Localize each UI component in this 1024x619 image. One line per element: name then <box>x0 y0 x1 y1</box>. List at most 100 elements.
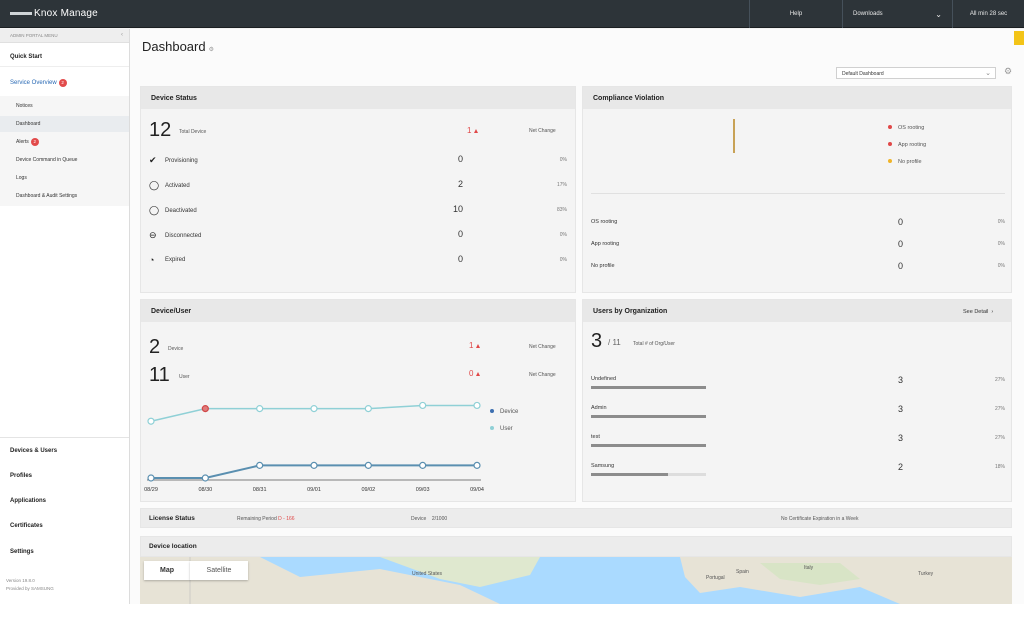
notification-tab[interactable] <box>1014 31 1024 45</box>
compliance-row-label: OS rooting <box>591 219 618 225</box>
data-point-user[interactable] <box>364 405 372 413</box>
sidebar-item-dashboard[interactable]: Dashboard <box>0 116 129 132</box>
device-change-value: 1 <box>467 126 472 135</box>
page-bottom-gap <box>0 604 1024 619</box>
org-row[interactable]: Admin <box>591 405 607 411</box>
users-by-org-card: Users by Organization See Detail › 3 / 11… <box>582 299 1012 502</box>
status-pct: 0% <box>559 257 567 263</box>
data-point-device[interactable] <box>201 474 209 482</box>
sidebar-item-command-queue[interactable]: Device Command in Queue <box>0 153 129 167</box>
data-point-device[interactable] <box>256 461 264 469</box>
org-row[interactable]: Samsung <box>591 463 614 469</box>
sidebar-item-certificates[interactable]: Certificates <box>0 515 129 537</box>
compliance-row-value: 0 <box>897 217 903 227</box>
org-row[interactable]: Undefined <box>591 376 616 382</box>
legend-device-label: Device <box>500 409 519 415</box>
status-value: 0 <box>457 254 463 264</box>
compliance-violation-card: Compliance Violation OS rooting App root… <box>582 86 1012 293</box>
sidebar-item-devices-users[interactable]: Devices & Users <box>0 440 129 462</box>
device-location-title: Device location <box>149 543 197 550</box>
compliance-title: Compliance Violation <box>583 87 1011 109</box>
chevron-down-icon: ⌄ <box>985 70 991 77</box>
app-logo[interactable]: Knox Manage <box>10 8 98 19</box>
sidebar-item-quick-start[interactable]: Quick Start <box>0 47 129 67</box>
org-row-label: Admin <box>591 405 607 411</box>
data-point-user[interactable] <box>419 401 427 410</box>
status-label: Provisioning <box>165 157 198 164</box>
license-device-value: 2/1000 <box>431 516 448 522</box>
org-count: 3 <box>591 330 603 352</box>
org-row-value: 3 <box>897 375 903 385</box>
device-status-row[interactable]: ◯ Activated <box>149 180 190 191</box>
org-row-pct: 27% <box>994 435 1005 441</box>
command-queue-label: Device Command in Queue <box>16 157 78 163</box>
collapse-icon[interactable]: ‹ <box>121 32 123 38</box>
org-progress-fill <box>591 386 706 389</box>
legend-label: App rooting <box>898 142 927 148</box>
gear-icon[interactable]: ⚙ <box>1004 66 1012 77</box>
data-point-device[interactable] <box>310 461 318 469</box>
data-point-user[interactable] <box>310 405 318 413</box>
data-point-user[interactable] <box>473 401 481 410</box>
status-value: 10 <box>452 204 463 214</box>
dashboard-label: Dashboard <box>16 121 41 127</box>
net-change-label: Net Change <box>529 344 556 350</box>
device-status-row[interactable]: ◔ Expired <box>149 255 185 265</box>
org-row[interactable]: test <box>591 434 600 440</box>
org-row-label: Samsung <box>591 463 615 469</box>
service-overview-badge: 2 <box>58 79 67 87</box>
data-point-device[interactable] <box>147 474 155 482</box>
user-legend-dot <box>490 426 494 430</box>
data-point-user[interactable] <box>256 405 264 413</box>
sidebar-item-notices[interactable]: Notices <box>0 99 129 113</box>
satellite-button-label: Satellite <box>206 567 232 574</box>
certificate-note: No Certificate Expiration in a Week <box>781 516 859 522</box>
data-point-device[interactable] <box>473 461 481 469</box>
page-title: Dashboard ⚙ <box>142 39 214 54</box>
help-label: Help <box>789 11 803 17</box>
data-point-user[interactable] <box>147 417 155 425</box>
license-device: Device 2/1000 <box>411 516 447 522</box>
sidebar-item-profiles[interactable]: Profiles <box>0 465 129 487</box>
map-button[interactable]: Map <box>144 561 190 580</box>
data-point-device[interactable] <box>419 461 427 469</box>
user-change-value: 0 <box>469 369 474 378</box>
settings-dot-icon[interactable]: ⚙ <box>209 47 214 53</box>
org-row-label: Undefined <box>591 376 617 382</box>
up-arrow-icon <box>476 371 481 376</box>
sidebar-item-logs[interactable]: Logs <box>0 171 129 185</box>
dashboard-select[interactable]: Default Dashboard ⌄ <box>836 67 996 79</box>
device-location-map[interactable]: Map Satellite United States Portugal Spa… <box>140 557 1012 604</box>
sidebar-item-settings[interactable]: Settings <box>0 541 129 563</box>
certificates-label: Certificates <box>10 523 43 529</box>
compliance-row: App rooting <box>591 241 619 247</box>
satellite-button[interactable]: Satellite <box>190 561 248 580</box>
data-point-device[interactable] <box>364 461 372 469</box>
page-title-text: Dashboard <box>142 39 206 54</box>
device-status-row[interactable]: ⊖ Disconnected <box>149 230 201 241</box>
sidebar-item-applications[interactable]: Applications <box>0 490 129 512</box>
device-status-row[interactable]: ✔ Provisioning <box>149 155 198 166</box>
help-button[interactable]: Help <box>749 0 842 28</box>
see-detail-link[interactable]: See Detail › <box>963 309 993 315</box>
samsung-logo-icon <box>10 12 32 15</box>
downloads-dropdown[interactable]: Downloads ⌄ <box>842 0 952 28</box>
up-arrow-icon <box>474 128 479 133</box>
notices-label: Notices <box>16 103 33 109</box>
device-change: 1 <box>469 341 481 350</box>
sidebar-item-service-overview[interactable]: Service Overview 2 <box>0 73 129 93</box>
sidebar-item-alerts[interactable]: Alerts 2 <box>0 135 129 149</box>
org-row-label: test <box>591 434 600 440</box>
status-label: Expired <box>165 257 186 263</box>
data-point-user[interactable] <box>201 405 209 413</box>
users-org-title: Users by Organization <box>583 300 1011 322</box>
compliance-legend-item: App rooting <box>888 142 926 148</box>
sidebar-item-audit-settings[interactable]: Dashboard & Audit Settings <box>0 189 129 203</box>
alerts-label: Alerts <box>16 139 29 145</box>
org-total-value: 11 <box>612 338 621 347</box>
compliance-chart-bar <box>733 119 735 153</box>
status-value: 0 <box>457 229 463 239</box>
session-timer[interactable]: All min 28 sec <box>952 0 1024 28</box>
device-status-row[interactable]: ◯ Deactivated <box>149 205 197 216</box>
map-label-turkey: Turkey <box>918 571 934 577</box>
